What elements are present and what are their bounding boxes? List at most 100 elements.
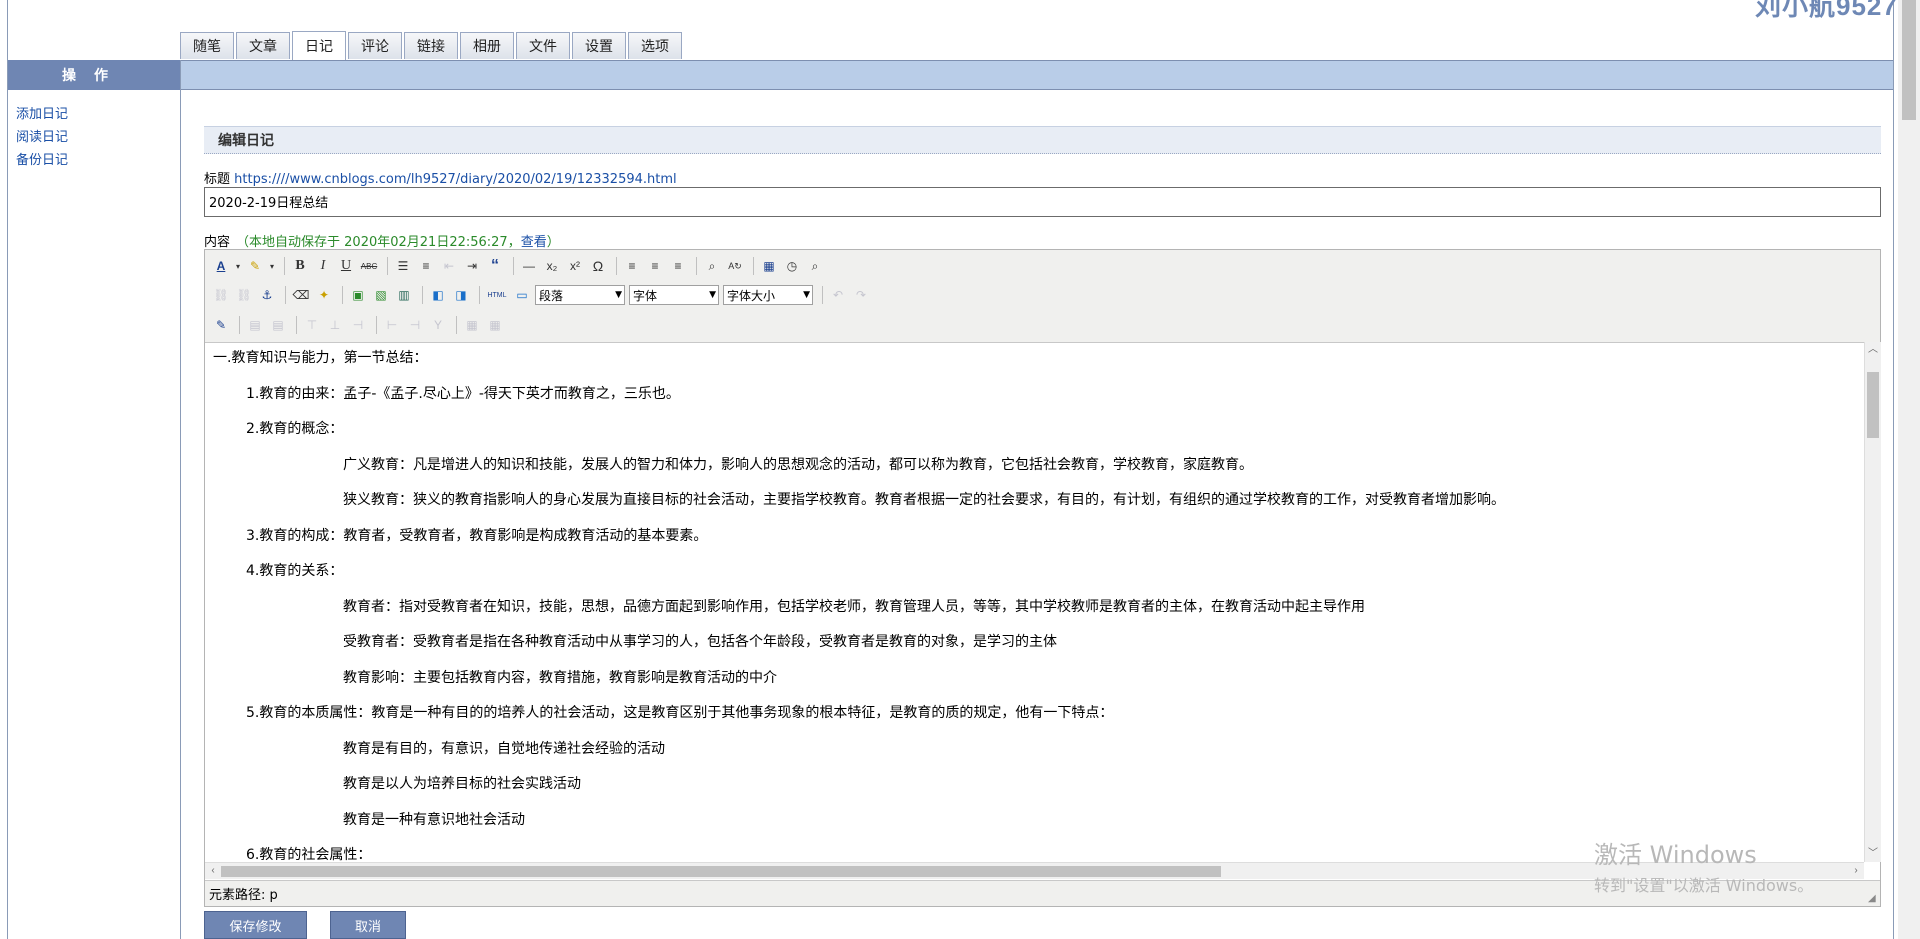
align-left-icon[interactable]: ≡ (622, 256, 642, 276)
toolbar-separator (285, 286, 286, 304)
html-source-icon[interactable]: HTML (485, 285, 509, 305)
superscript-icon[interactable]: x² (565, 256, 585, 276)
merge-cells-icon[interactable]: ▦ (485, 315, 505, 335)
edit-icon[interactable]: ✎ (211, 315, 231, 335)
table-row-props-icon[interactable]: ▤ (245, 315, 265, 335)
find-icon[interactable]: ⌕ (702, 256, 722, 276)
tab-options[interactable]: 选项 (628, 32, 682, 59)
insert-time-icon[interactable]: ◷ (782, 256, 802, 276)
sidebar-item-read-diary[interactable]: 阅读日记 (16, 126, 68, 149)
content-paragraph: 教育是有目的，有意识，自觉地传递社会经验的活动 (343, 741, 665, 757)
chevron-down-icon: ▼ (803, 290, 810, 300)
content-paragraph: 教育是一种有意识地社会活动 (343, 812, 525, 828)
title-input[interactable]: 2020-2-19日程总结 (204, 187, 1881, 217)
tab-links[interactable]: 链接 (404, 32, 458, 59)
insert-col-before-icon[interactable]: ⊢ (382, 315, 402, 335)
resize-grip-icon[interactable]: ◢ (1868, 894, 1878, 904)
replace-icon[interactable]: A↻ (725, 256, 745, 276)
insert-row-after-icon[interactable]: ⊥ (325, 315, 345, 335)
main-tabs: 随笔 文章 日记 评论 链接 相册 文件 设置 选项 (180, 31, 682, 60)
tab-essay[interactable]: 随笔 (180, 32, 234, 59)
font-select[interactable]: 字体 ▼ (629, 285, 719, 305)
tab-files[interactable]: 文件 (516, 32, 570, 59)
content-paragraph: 4.教育的关系： (246, 563, 344, 579)
sidebar-divider (180, 60, 181, 939)
horizontal-rule-icon[interactable]: — (519, 256, 539, 276)
scroll-right-icon[interactable]: › (1848, 863, 1864, 879)
content-paragraph: 教育者：指对受教育者在知识，技能，思想，品德方面起到影响作用，包括学校老师，教育… (343, 599, 1365, 615)
dropdown-arrow-icon[interactable]: ▾ (234, 256, 242, 276)
tab-settings[interactable]: 设置 (572, 32, 626, 59)
indent-icon[interactable]: ⇥ (462, 256, 482, 276)
content-label-row: 内容 （本地自动保存于 2020年02月21日22:56:27，查看） (204, 231, 560, 250)
scrollbar-thumb[interactable] (1867, 372, 1879, 438)
tab-album[interactable]: 相册 (460, 32, 514, 59)
undo-icon[interactable]: ↶ (828, 285, 848, 305)
sidebar-header: 操作 (8, 60, 180, 90)
numbered-list-icon[interactable]: ≡ (416, 256, 436, 276)
format-select[interactable]: 段落 ▼ (535, 285, 625, 305)
clean-format-icon[interactable]: ✦ (314, 285, 334, 305)
insert-image-icon[interactable]: ▣ (348, 285, 368, 305)
sidebar-item-add-diary[interactable]: 添加日记 (16, 103, 68, 126)
delete-col-icon[interactable]: Y (428, 315, 448, 335)
blockquote-icon[interactable]: “ (485, 256, 505, 276)
scroll-up-icon[interactable]: ︿ (1865, 342, 1881, 358)
cancel-button[interactable]: 取消 (330, 911, 406, 939)
chevron-down-icon: ▼ (709, 290, 716, 300)
scrollbar-thumb[interactable] (221, 866, 1221, 877)
highlight-color-icon[interactable]: ✎ (245, 256, 265, 276)
toolbar-separator (753, 257, 754, 275)
windows-activation-watermark: 激活 Windows 转到"设置"以激活 Windows。 (1594, 841, 1814, 895)
scroll-down-icon[interactable]: ﹀ (1865, 846, 1881, 862)
unlink-icon[interactable]: ⛓ (234, 285, 254, 305)
tab-article[interactable]: 文章 (236, 32, 290, 59)
scroll-left-icon[interactable]: ‹ (205, 863, 221, 879)
insert-date-icon[interactable]: ▦ (759, 256, 779, 276)
font-size-select[interactable]: 字体大小 ▼ (723, 285, 813, 305)
dropdown-arrow-icon[interactable]: ▾ (268, 256, 276, 276)
delete-row-icon[interactable]: ⊣ (348, 315, 368, 335)
frame-right-border (1893, 0, 1894, 939)
insert-row-before-icon[interactable]: ⊤ (302, 315, 322, 335)
editor-content-area[interactable]: 一.教育知识与能力，第一节总结： 1.教育的由来：孟子-《孟子.尽心上》-得天下… (205, 342, 1864, 862)
strikethrough-icon[interactable]: ABC (359, 256, 379, 276)
subscript-icon[interactable]: x₂ (542, 256, 562, 276)
code-icon[interactable]: ◧ (428, 285, 448, 305)
align-right-icon[interactable]: ≡ (668, 256, 688, 276)
sidebar-item-backup-diary[interactable]: 备份日记 (16, 149, 68, 172)
tab-diary[interactable]: 日记 (292, 31, 346, 60)
fullscreen-icon[interactable]: ▭ (512, 285, 532, 305)
italic-icon[interactable]: I (313, 256, 333, 276)
eraser-icon[interactable]: ⌫ (291, 285, 311, 305)
save-button[interactable]: 保存修改 (204, 911, 307, 939)
title-url-link[interactable]: https:////www.cnblogs.com/lh9527/diary/2… (234, 172, 676, 187)
table-cell-props-icon[interactable]: ▤ (268, 315, 288, 335)
editor-vertical-scrollbar[interactable]: ︿ ﹀ (1864, 342, 1881, 862)
frame-left-border (7, 0, 8, 939)
toolbar-separator (696, 257, 697, 275)
align-center-icon[interactable]: ≡ (645, 256, 665, 276)
bold-icon[interactable]: B (290, 256, 310, 276)
image-manager-icon[interactable]: ▧ (371, 285, 391, 305)
redo-icon[interactable]: ↷ (851, 285, 871, 305)
window-scrollbar[interactable] (1898, 0, 1920, 939)
anchor-icon[interactable]: ⚓ (257, 285, 277, 305)
insert-col-after-icon[interactable]: ⊣ (405, 315, 425, 335)
split-cells-icon[interactable]: ▦ (462, 315, 482, 335)
bullet-list-icon[interactable]: ☰ (393, 256, 413, 276)
outdent-icon[interactable]: ⇤ (439, 256, 459, 276)
preview-icon[interactable]: ⌕ (805, 256, 825, 276)
tab-comments[interactable]: 评论 (348, 32, 402, 59)
scrollbar-thumb[interactable] (1902, 0, 1916, 120)
toolbar-separator (456, 316, 457, 334)
special-char-icon[interactable]: Ω (588, 256, 608, 276)
underline-icon[interactable]: U (336, 256, 356, 276)
media-icon[interactable]: ▥ (394, 285, 414, 305)
autosave-view-link[interactable]: 查看 (521, 235, 547, 250)
link-icon[interactable]: ⛓ (211, 285, 231, 305)
fold-icon[interactable]: ◨ (451, 285, 471, 305)
font-color-icon[interactable]: A (211, 256, 231, 276)
toolbar-separator (616, 257, 617, 275)
content-paragraph: 6.教育的社会属性： (246, 847, 372, 862)
